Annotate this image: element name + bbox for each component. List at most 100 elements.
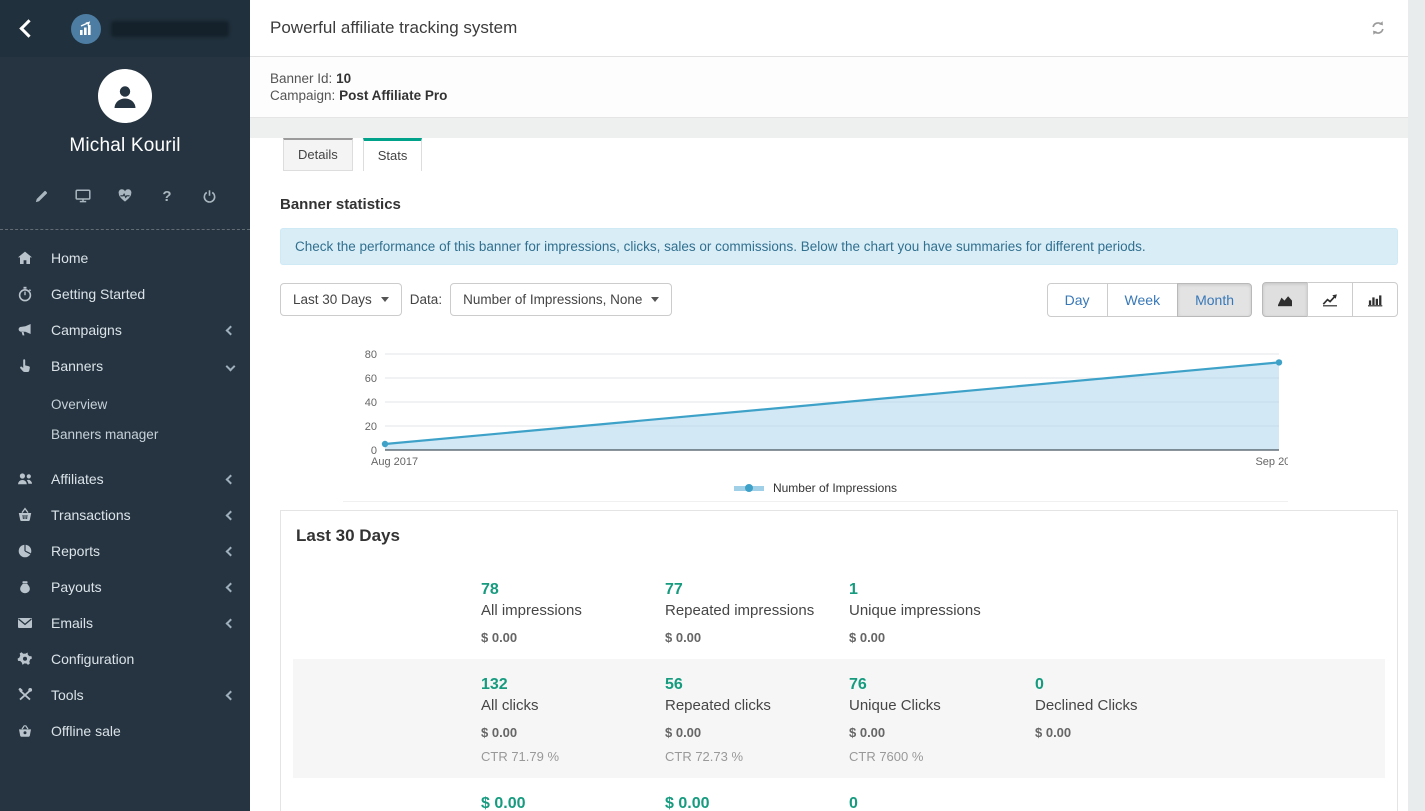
area-chart[interactable]: 020406080Aug 2017Sep 2017	[343, 344, 1288, 468]
info-alert: Check the performance of this banner for…	[280, 228, 1398, 265]
stat-repeated-impressions: 77 Repeated impressions $ 0.00	[665, 581, 849, 645]
stat-avg-commission: 0 Avg Commission	[849, 795, 1035, 811]
period-controls: Day Week Month	[1047, 282, 1398, 317]
svg-text:Sep 2017: Sep 2017	[1255, 456, 1288, 468]
tab-stats[interactable]: Stats	[363, 138, 423, 171]
user-name: Michal Kouril	[0, 135, 250, 157]
series-swatch-icon	[734, 486, 764, 491]
avatar[interactable]	[98, 69, 152, 123]
power-icon[interactable]	[198, 185, 220, 207]
caret-down-icon	[381, 297, 389, 302]
sidebar-nav: Home Getting Started Campaigns Banners O…	[0, 240, 250, 749]
banners-submenu: Overview Banners manager	[0, 384, 250, 461]
summary-row-clicks: 132 All clicks $ 0.00 CTR 71.79 % 56 Rep…	[293, 659, 1385, 778]
logo-chart-icon	[71, 14, 101, 44]
summary-grid: 78 All impressions $ 0.00 77 Repeated im…	[293, 564, 1385, 811]
tab-bar: Details Stats	[283, 138, 1398, 171]
svg-text:60: 60	[365, 373, 377, 385]
tab-details[interactable]: Details	[283, 138, 353, 171]
summary-row-commissions: $ 0.00 Commissions $ 0.00 Revenue 0 Avg …	[293, 778, 1385, 811]
banner-id-label: Banner Id:	[270, 71, 332, 86]
chart-type-group	[1262, 282, 1398, 317]
banner-info: Banner Id: 10 Campaign: Post Affiliate P…	[250, 57, 1408, 118]
monitor-icon[interactable]	[72, 185, 94, 207]
banner-id-value: 10	[336, 71, 351, 86]
month-button[interactable]: Month	[1177, 283, 1252, 317]
main-area: Powerful affiliate tracking system Banne…	[250, 0, 1408, 811]
pie-chart-icon	[16, 543, 33, 560]
sidebar-item-home[interactable]: Home	[0, 240, 250, 276]
sidebar-top-bar	[0, 0, 250, 57]
stat-all-clicks: 132 All clicks $ 0.00 CTR 71.79 %	[481, 676, 665, 764]
envelope-icon	[16, 615, 33, 632]
sidebar-item-emails[interactable]: Emails	[0, 605, 250, 641]
svg-text:20: 20	[365, 421, 377, 433]
back-chevron-icon[interactable]	[19, 19, 37, 37]
stat-declined-clicks: 0 Declined Clicks $ 0.00	[1035, 676, 1385, 764]
page-header: Powerful affiliate tracking system	[250, 0, 1408, 57]
sidebar-item-affiliates[interactable]: Affiliates	[0, 461, 250, 497]
megaphone-icon	[16, 322, 33, 339]
summary-panel: Last 30 Days 78 All impressions $ 0.00 7…	[280, 510, 1398, 811]
stat-commissions: $ 0.00 Commissions	[481, 795, 665, 811]
sidebar-item-transactions[interactable]: Transactions	[0, 497, 250, 533]
chevron-left-icon	[226, 546, 236, 556]
chevron-left-icon	[226, 510, 236, 520]
cash-basket-icon	[16, 723, 33, 740]
hand-pointer-icon	[16, 358, 33, 375]
section-title: Banner statistics	[280, 196, 1398, 213]
range-select[interactable]: Last 30 Days	[280, 283, 402, 316]
bar-chart-icon[interactable]	[1352, 282, 1398, 317]
health-icon[interactable]	[114, 185, 136, 207]
sidebar-subitem-overview[interactable]: Overview	[0, 389, 250, 419]
svg-text:80: 80	[365, 349, 377, 361]
day-button[interactable]: Day	[1047, 283, 1108, 317]
campaign-value: Post Affiliate Pro	[339, 88, 447, 103]
summary-title: Last 30 Days	[281, 511, 1397, 550]
sidebar-item-getting-started[interactable]: Getting Started	[0, 276, 250, 312]
campaign-label: Campaign:	[270, 88, 335, 103]
sidebar-item-tools[interactable]: Tools	[0, 677, 250, 713]
svg-text:Aug 2017: Aug 2017	[371, 456, 418, 468]
logo-text-redacted	[111, 21, 229, 37]
stat-all-impressions: 78 All impressions $ 0.00	[481, 581, 665, 645]
sidebar-item-banners[interactable]: Banners	[0, 348, 250, 384]
money-bag-icon	[16, 579, 33, 596]
quick-actions: ?	[0, 185, 250, 207]
chevron-left-icon	[226, 325, 236, 335]
data-select[interactable]: Number of Impressions, None	[450, 283, 672, 316]
users-icon	[16, 471, 33, 488]
sidebar-item-payouts[interactable]: Payouts	[0, 569, 250, 605]
refresh-icon[interactable]	[1366, 16, 1390, 40]
gear-icon	[16, 651, 33, 668]
svg-text:40: 40	[365, 397, 377, 409]
chevron-left-icon	[226, 618, 236, 628]
tools-icon	[16, 687, 33, 704]
week-button[interactable]: Week	[1107, 283, 1179, 317]
area-chart-icon[interactable]	[1262, 282, 1308, 317]
sidebar-item-campaigns[interactable]: Campaigns	[0, 312, 250, 348]
period-button-group: Day Week Month	[1047, 283, 1252, 317]
sidebar-subitem-banners-manager[interactable]: Banners manager	[0, 419, 250, 449]
sidebar-item-configuration[interactable]: Configuration	[0, 641, 250, 677]
summary-row-impressions: 78 All impressions $ 0.00 77 Repeated im…	[293, 564, 1385, 659]
edit-icon[interactable]	[30, 185, 52, 207]
app-logo[interactable]	[71, 14, 229, 44]
app-root: Michal Kouril ? Home	[0, 0, 1425, 811]
chevron-down-icon	[226, 361, 236, 371]
chevron-left-icon	[226, 690, 236, 700]
tab-panel: Details Stats Banner statistics Check th…	[250, 138, 1408, 811]
sidebar-divider	[0, 229, 250, 230]
page-background-band	[250, 118, 1408, 138]
page-title: Powerful affiliate tracking system	[270, 18, 517, 38]
sidebar-item-reports[interactable]: Reports	[0, 533, 250, 569]
help-icon[interactable]: ?	[156, 185, 178, 207]
line-chart-icon[interactable]	[1307, 282, 1353, 317]
chart-controls: Last 30 Days Data: Number of Impressions…	[280, 282, 1398, 317]
sidebar-item-offline-sale[interactable]: Offline sale	[0, 713, 250, 749]
series-label: Number of Impressions	[773, 481, 897, 495]
stat-unique-clicks: 76 Unique Clicks $ 0.00 CTR 7600 %	[849, 676, 1035, 764]
user-profile: Michal Kouril	[0, 57, 250, 157]
stopwatch-icon	[16, 286, 33, 303]
data-label: Data:	[410, 292, 442, 307]
